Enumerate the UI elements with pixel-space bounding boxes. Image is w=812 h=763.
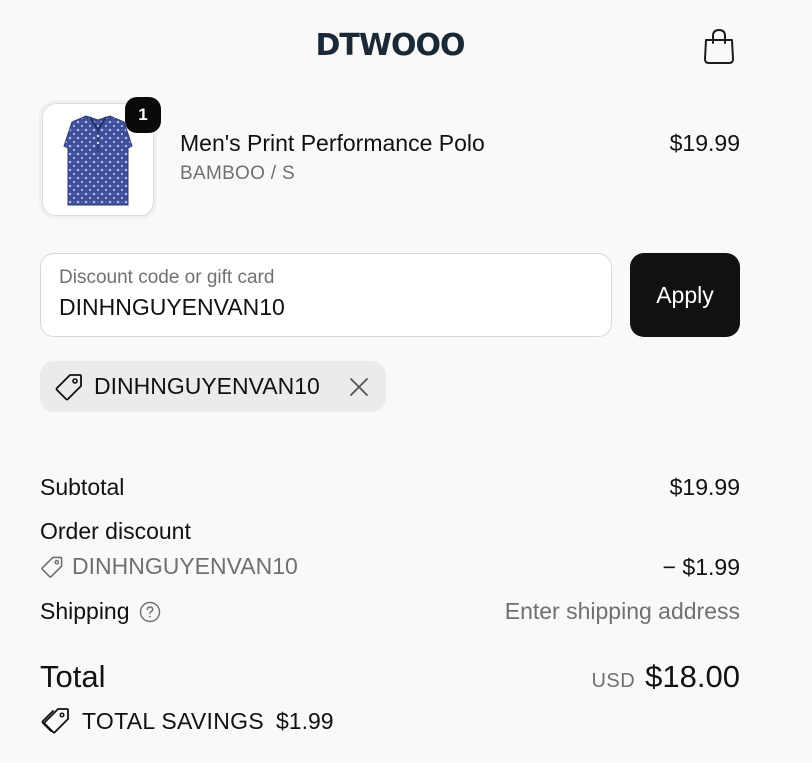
total-currency: USD (591, 670, 636, 692)
order-discount-value: − $1.99 (662, 554, 740, 580)
product-variant: BAMBOO / S (180, 163, 295, 184)
quantity-badge: 1 (125, 97, 161, 133)
cart-button[interactable] (698, 24, 740, 68)
total-amount: $18.00 (645, 659, 740, 694)
tag-icon (41, 556, 63, 578)
question-circle-icon (139, 601, 160, 622)
shipping-help-button[interactable] (139, 601, 161, 623)
apply-button[interactable]: Apply (630, 253, 740, 337)
polo-shirt-image (63, 114, 133, 205)
store-logo[interactable]: DTWOOO (300, 28, 480, 64)
subtotal-label: Subtotal (40, 474, 125, 500)
discount-code-input[interactable] (59, 293, 593, 321)
savings-tag-icon (41, 708, 69, 734)
subtotal-value: $19.99 (669, 474, 740, 500)
total-savings: TOTAL SAVINGS $1.99 (40, 706, 334, 736)
shipping-label: Shipping (40, 598, 130, 624)
applied-discount-chip: DINHNGUYENVAN10 (40, 361, 386, 412)
shipping-label-row: Shipping (40, 598, 161, 625)
discount-code-field[interactable]: Discount code or gift card (40, 253, 612, 337)
savings-amount: $1.99 (275, 707, 334, 734)
order-discount-code-text: DINHNGUYENVAN10 (72, 553, 298, 579)
total-price: USD $18.00 (591, 659, 740, 695)
remove-discount-button[interactable] (346, 374, 372, 400)
applied-code-text: DINHNGUYENVAN10 (94, 373, 320, 399)
total-label: Total (40, 659, 106, 694)
discount-field-label: Discount code or gift card (59, 267, 275, 288)
shipping-value: Enter shipping address (504, 598, 740, 624)
shopping-bag-icon (704, 28, 734, 64)
savings-label: TOTAL SAVINGS (82, 707, 264, 734)
product-name: Men's Print Performance Polo (180, 130, 485, 156)
tag-icon (55, 373, 82, 400)
order-discount-code: DINHNGUYENVAN10 (40, 553, 298, 580)
order-discount-label: Order discount (40, 518, 191, 544)
checkout-summary: DTWOOO 1 Men's Print Performance Polo BA… (0, 0, 812, 763)
close-icon (350, 377, 368, 396)
product-price: $19.99 (669, 130, 740, 156)
